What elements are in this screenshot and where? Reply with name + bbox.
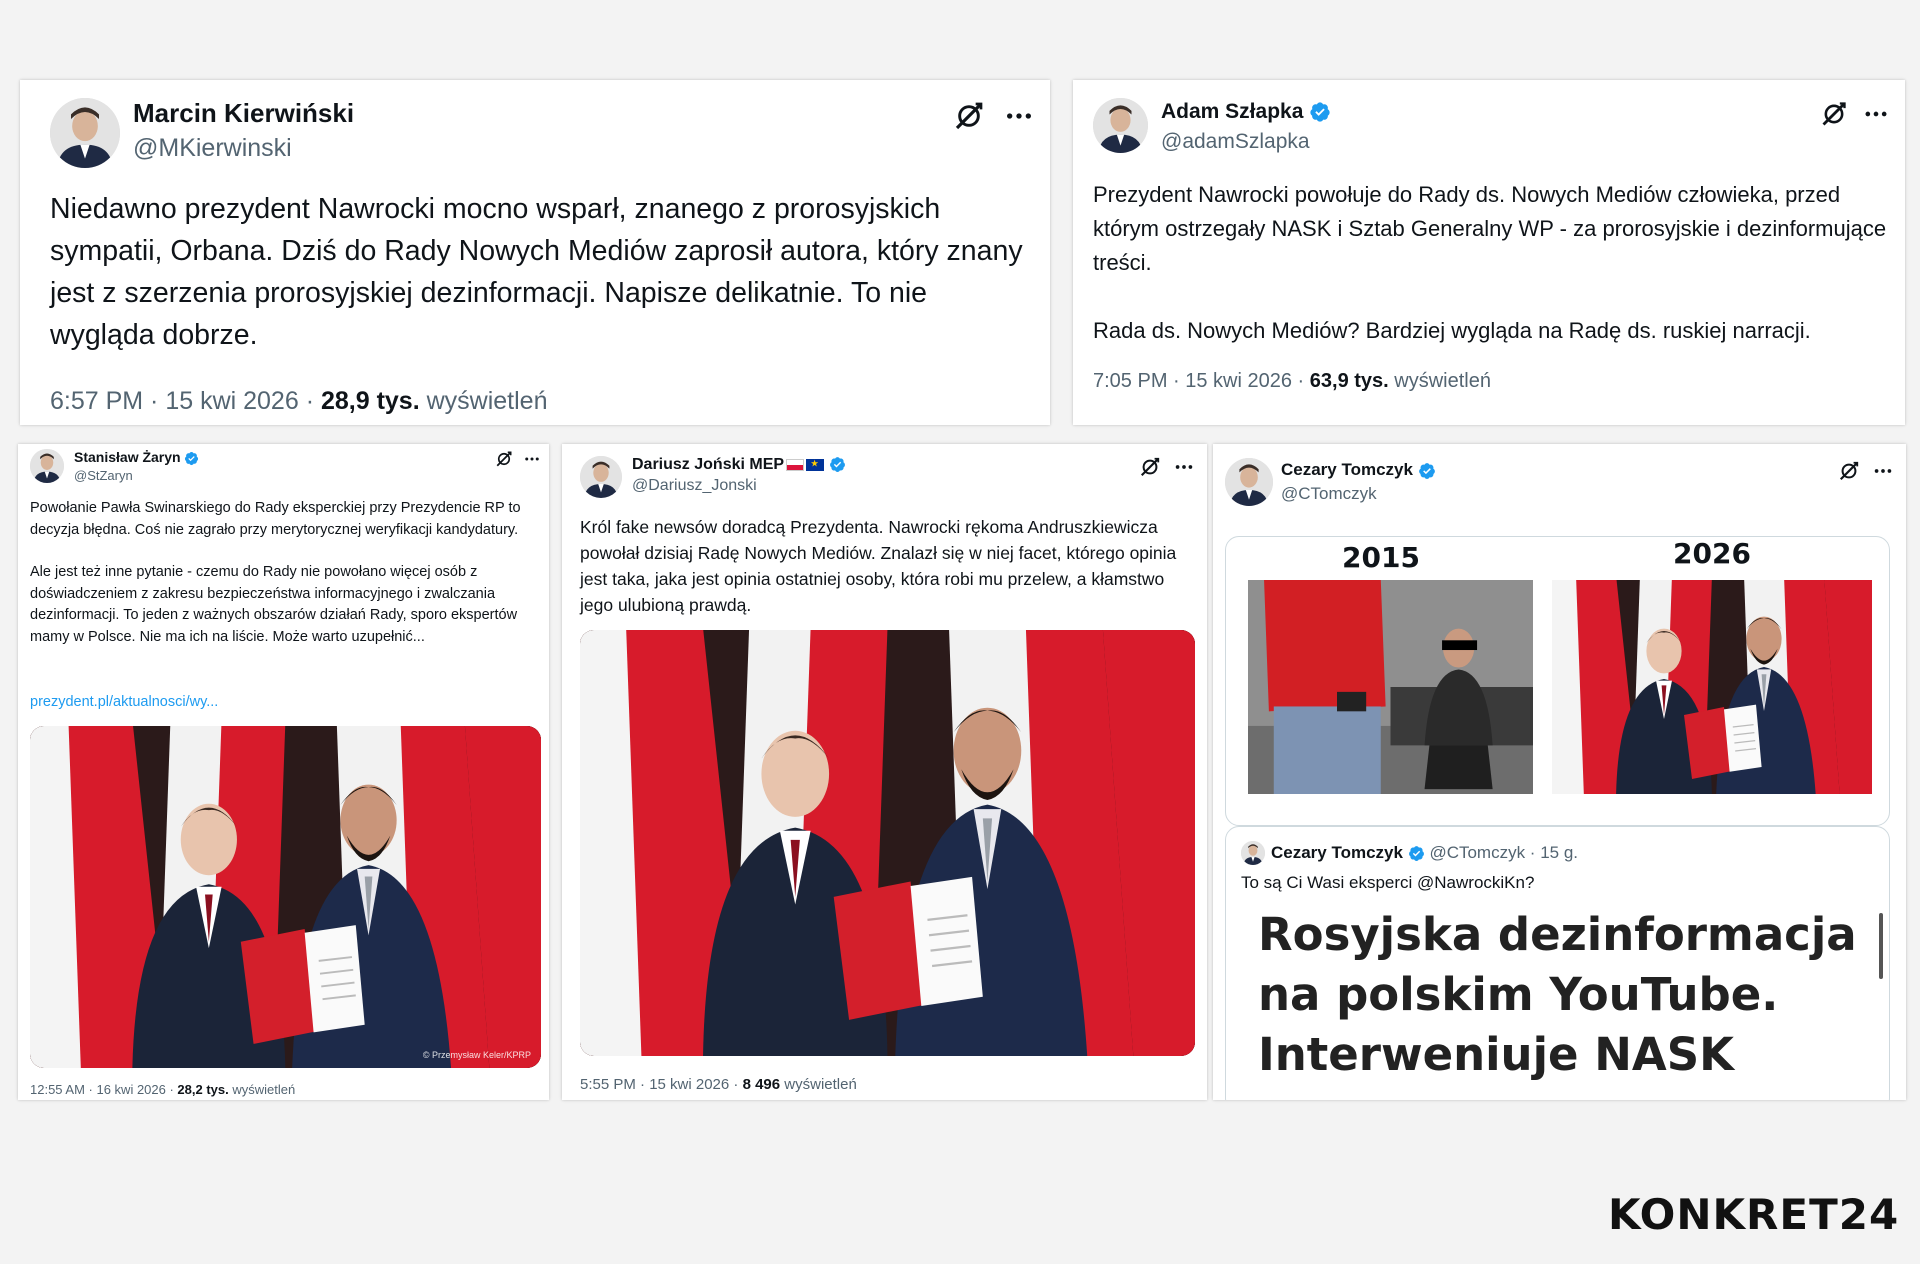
scrollbar[interactable]	[1879, 913, 1883, 979]
verified-icon	[1408, 845, 1425, 862]
views-label: wyświetleń	[419, 387, 548, 415]
grok-icon[interactable]	[1139, 456, 1161, 478]
author-handle[interactable]: @StZaryn	[74, 468, 133, 483]
tweet-paragraph: Powołanie Pawła Swinarskiego do Rady eks…	[30, 500, 521, 538]
tweet-text: Powołanie Pawła Swinarskiego do Rady eks…	[30, 498, 540, 648]
photo-2026	[1552, 580, 1872, 794]
tweet-timestamp[interactable]: 12:55 AM · 16 kwi 2026 ·	[30, 1082, 177, 1097]
quoted-tweet[interactable]: Cezary Tomczyk @CTomczyk · 15 g. To są C…	[1225, 826, 1890, 1100]
tweet-meta: 7:05 PM · 15 kwi 2026 · 63,9 tys. wyświe…	[1093, 370, 1491, 393]
more-options-icon[interactable]	[1003, 100, 1035, 132]
tweet-timestamp[interactable]: 5:55 PM · 15 kwi 2026 ·	[580, 1076, 743, 1093]
avatar[interactable]	[1225, 458, 1273, 506]
quote-text: To są Ci Wasi eksperci @NawrockiKn?	[1241, 873, 1535, 892]
tweet-card-tomczyk[interactable]: Cezary Tomczyk @CTomczyk 2015 2026 Cezar…	[1213, 444, 1906, 1100]
tweet-timestamp[interactable]: 6:57 PM · 15 kwi 2026 ·	[50, 387, 321, 415]
tweet-card-zaryn[interactable]: Stanisław Żaryn @StZaryn Powołanie Pawła…	[18, 444, 549, 1100]
tweet-photo[interactable]	[580, 630, 1195, 1056]
author-handle[interactable]: @adamSzlapka	[1161, 130, 1310, 154]
author-name: Dariusz Joński MEP	[632, 456, 846, 474]
tweet-card-kierwinski[interactable]: Marcin Kierwiński @MKierwinski Niedawno …	[20, 80, 1050, 425]
author-name: Adam Szłapka	[1161, 100, 1331, 124]
author-handle[interactable]: @CTomczyk	[1281, 484, 1377, 504]
eu-flag-icon	[806, 458, 825, 471]
verified-icon	[1309, 101, 1331, 123]
article-link[interactable]: prezydent.pl/aktualnosci/wy...	[30, 694, 218, 710]
grok-icon[interactable]	[953, 100, 985, 132]
verified-icon	[184, 451, 199, 466]
year-label-left: 2015	[1342, 541, 1420, 574]
quote-header: Cezary Tomczyk @CTomczyk · 15 g.	[1271, 843, 1578, 863]
avatar[interactable]	[1093, 98, 1148, 153]
tweet-timestamp[interactable]: 7:05 PM · 15 kwi 2026 ·	[1093, 370, 1310, 392]
more-options-icon[interactable]	[1872, 460, 1894, 482]
tweet-meta: 12:55 AM · 16 kwi 2026 · 28,2 tys. wyświ…	[30, 1082, 295, 1097]
author-handle[interactable]: @Dariusz_Jonski	[632, 477, 757, 495]
author-name: Stanisław Żaryn	[74, 449, 199, 466]
more-options-icon[interactable]	[1862, 100, 1890, 128]
more-options-icon[interactable]	[523, 450, 541, 468]
author-name-text[interactable]: Stanisław Żaryn	[74, 449, 181, 465]
avatar[interactable]	[30, 449, 64, 483]
author-name: Cezary Tomczyk	[1281, 460, 1436, 480]
views-label: wyświetleń	[1388, 370, 1491, 392]
year-label-right: 2026	[1673, 537, 1751, 570]
tweet-paragraph: Prezydent Nawrocki powołuje do Rady ds. …	[1093, 182, 1887, 275]
views-label: wyświetleń	[780, 1076, 857, 1093]
quote-author-handle: @CTomczyk · 15 g.	[1429, 843, 1579, 862]
poland-flag-icon	[786, 458, 805, 471]
views-label: wyświetleń	[228, 1082, 296, 1097]
grok-icon[interactable]	[1838, 460, 1860, 482]
avatar[interactable]	[580, 456, 622, 498]
grok-icon[interactable]	[1820, 100, 1848, 128]
tweet-card-szlapka[interactable]: Adam Szłapka @adamSzlapka Prezydent Nawr…	[1073, 80, 1905, 425]
view-count: 63,9 tys.	[1309, 370, 1389, 392]
tweet-text: Niedawno prezydent Nawrocki mocno wsparł…	[50, 193, 1023, 351]
quote-avatar	[1241, 841, 1265, 865]
tweet-meta: 5:55 PM · 15 kwi 2026 · 8 496 wyświetleń	[580, 1076, 857, 1093]
tweet-text: Król fake newsów doradcą Prezydenta. Naw…	[580, 517, 1177, 615]
tweet-meta: 6:57 PM · 15 kwi 2026 · 28,9 tys. wyświe…	[50, 387, 547, 416]
verified-icon	[1418, 462, 1436, 480]
grok-icon[interactable]	[495, 450, 513, 468]
konkret24-logo: KONKRET24	[1608, 1190, 1900, 1239]
photo-2015	[1248, 580, 1533, 794]
author-handle[interactable]: @MKierwinski	[133, 134, 292, 163]
quote-headline: Rosyjska dezinformacja na polskim YouTub…	[1258, 908, 1857, 1081]
author-name-text[interactable]: Cezary Tomczyk	[1281, 460, 1413, 479]
view-count: 28,2 tys.	[177, 1082, 229, 1097]
view-count: 28,9 tys.	[320, 387, 420, 415]
tweet-paragraph: Ale jest też inne pytanie - czemu do Rad…	[30, 564, 518, 645]
quote-author-name: Cezary Tomczyk	[1271, 843, 1403, 862]
view-count: 8 496	[742, 1076, 781, 1093]
avatar[interactable]	[50, 98, 120, 168]
more-options-icon[interactable]	[1173, 456, 1195, 478]
comparison-image[interactable]: 2015 2026	[1225, 536, 1890, 826]
author-name-text[interactable]: Adam Szłapka	[1161, 100, 1303, 123]
author-name[interactable]: Marcin Kierwiński	[133, 98, 354, 129]
tweet-card-jonski[interactable]: Dariusz Joński MEP @Dariusz_Jonski Król …	[562, 444, 1207, 1100]
tweet-photo[interactable]: © Przemysław Keler/KPRP	[30, 726, 541, 1068]
tweet-paragraph: Rada ds. Nowych Mediów? Bardziej wygląda…	[1093, 318, 1811, 343]
tweet-text: Prezydent Nawrocki powołuje do Rady ds. …	[1093, 178, 1893, 348]
author-name-text[interactable]: Dariusz Joński MEP	[632, 456, 784, 473]
verified-icon	[829, 456, 846, 473]
photo-credit: © Przemysław Keler/KPRP	[422, 1050, 531, 1060]
